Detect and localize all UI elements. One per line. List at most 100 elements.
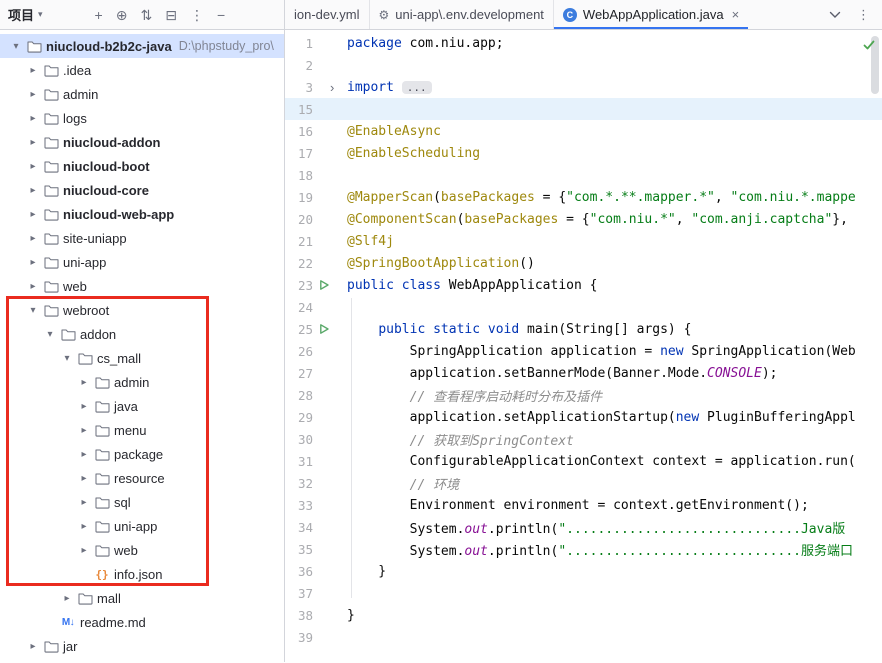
code-text[interactable]: application.setBannerMode(Banner.Mode.CO…	[347, 366, 777, 381]
code-line-19[interactable]: 19@MapperScan(basePackages = {"com.*.**.…	[285, 186, 882, 208]
chevron-collapsed-icon[interactable]: ▸	[25, 89, 41, 100]
chevron-collapsed-icon[interactable]: ▸	[25, 209, 41, 220]
code-text[interactable]: // 查看程序启动耗时分布及插件	[347, 386, 602, 405]
chevron-collapsed-icon[interactable]: ▸	[76, 401, 92, 412]
tree-item-webroot[interactable]: ▾webroot	[0, 298, 284, 322]
tab-webappapplication[interactable]: C WebAppApplication.java ×	[553, 0, 748, 29]
chevron-collapsed-icon[interactable]: ▸	[25, 137, 41, 148]
code-text[interactable]: System.out.println("....................…	[347, 540, 853, 559]
tab-list-chevron-icon[interactable]	[829, 11, 841, 19]
code-line-24[interactable]: 24	[285, 296, 882, 318]
code-text[interactable]: Environment environment = context.getEnv…	[347, 498, 809, 513]
chevron-collapsed-icon[interactable]: ▸	[76, 521, 92, 532]
tree-item-info.json[interactable]: {}info.json	[0, 562, 284, 586]
tree-item-admin[interactable]: ▸admin	[0, 370, 284, 394]
code-line-2[interactable]: 2	[285, 54, 882, 76]
tree-item-uni-app[interactable]: ▸uni-app	[0, 250, 284, 274]
tree-item-cs_mall[interactable]: ▾cs_mall	[0, 346, 284, 370]
code-line-38[interactable]: 38}	[285, 604, 882, 626]
code-text[interactable]: public static void main(String[] args) {	[347, 322, 691, 337]
code-text[interactable]: application.setApplicationStartup(new Pl…	[347, 410, 856, 425]
locate-icon[interactable]: ⊕	[116, 8, 128, 22]
tree-item-niucloud-b2b2c-java[interactable]: ▾niucloud-b2b2c-javaD:\phpstudy_pro\	[0, 34, 284, 58]
tree-item-admin[interactable]: ▸admin	[0, 82, 284, 106]
code-text[interactable]: import ...	[347, 80, 432, 95]
code-line-3[interactable]: 3›import ...	[285, 76, 882, 98]
tree-item-niucloud-addon[interactable]: ▸niucloud-addon	[0, 130, 284, 154]
more-options-icon[interactable]: ⋮	[190, 8, 204, 22]
code-line-17[interactable]: 17@EnableScheduling	[285, 142, 882, 164]
project-panel-title[interactable]: 项目	[8, 5, 34, 24]
code-line-39[interactable]: 39	[285, 626, 882, 648]
chevron-expanded-icon[interactable]: ▾	[42, 329, 58, 340]
code-text[interactable]: SpringApplication application = new Spri…	[347, 344, 856, 359]
chevron-collapsed-icon[interactable]: ▸	[25, 641, 41, 652]
tree-item-jar[interactable]: ▸jar	[0, 634, 284, 658]
code-line-25[interactable]: 25 public static void main(String[] args…	[285, 318, 882, 340]
run-button[interactable]	[313, 323, 347, 335]
chevron-collapsed-icon[interactable]: ▸	[76, 449, 92, 460]
chevron-collapsed-icon[interactable]: ▸	[25, 65, 41, 76]
code-line-34[interactable]: 34 System.out.println(".................…	[285, 516, 882, 538]
tree-item-menu[interactable]: ▸menu	[0, 418, 284, 442]
code-editor[interactable]: 1package com.niu.app;23›import ...1516@E…	[285, 30, 882, 662]
code-line-32[interactable]: 32 // 环境	[285, 472, 882, 494]
code-text[interactable]: }	[347, 564, 386, 579]
chevron-collapsed-icon[interactable]: ▸	[25, 113, 41, 124]
tree-item-site-uniapp[interactable]: ▸site-uniapp	[0, 226, 284, 250]
chevron-expanded-icon[interactable]: ▾	[25, 305, 41, 316]
code-line-29[interactable]: 29 application.setApplicationStartup(new…	[285, 406, 882, 428]
code-text[interactable]: @EnableScheduling	[347, 146, 480, 161]
chevron-collapsed-icon[interactable]: ▸	[59, 593, 75, 604]
code-line-26[interactable]: 26 SpringApplication application = new S…	[285, 340, 882, 362]
tree-item-web[interactable]: ▸web	[0, 538, 284, 562]
add-icon[interactable]: +	[95, 8, 103, 22]
tree-item-.idea[interactable]: ▸.idea	[0, 58, 284, 82]
code-text[interactable]: // 获取到SpringContext	[347, 430, 574, 449]
code-line-18[interactable]: 18	[285, 164, 882, 186]
run-button[interactable]	[313, 279, 347, 291]
code-text[interactable]: ConfigurableApplicationContext context =…	[347, 454, 856, 469]
tree-item-niucloud-web-app[interactable]: ▸niucloud-web-app	[0, 202, 284, 226]
code-line-36[interactable]: 36 }	[285, 560, 882, 582]
tree-item-logs[interactable]: ▸logs	[0, 106, 284, 130]
chevron-collapsed-icon[interactable]: ▸	[25, 185, 41, 196]
code-text[interactable]: package com.niu.app;	[347, 36, 504, 51]
kebab-menu-icon[interactable]: ⋮	[857, 8, 870, 21]
code-text[interactable]: @SpringBootApplication()	[347, 256, 535, 271]
tab-yml-file[interactable]: ion-dev.yml	[285, 0, 369, 29]
tree-item-uni-app[interactable]: ▸uni-app	[0, 514, 284, 538]
tree-item-readme.md[interactable]: M↓readme.md	[0, 610, 284, 634]
inspections-ok-icon[interactable]	[862, 38, 876, 57]
code-line-37[interactable]: 37	[285, 582, 882, 604]
expand-collapse-icon[interactable]: ⇅	[140, 8, 152, 22]
tree-item-mall[interactable]: ▸mall	[0, 586, 284, 610]
chevron-collapsed-icon[interactable]: ▸	[76, 377, 92, 388]
code-line-20[interactable]: 20@ComponentScan(basePackages = {"com.ni…	[285, 208, 882, 230]
code-line-16[interactable]: 16@EnableAsync	[285, 120, 882, 142]
chevron-collapsed-icon[interactable]: ▸	[76, 473, 92, 484]
chevron-collapsed-icon[interactable]: ▸	[25, 281, 41, 292]
code-text[interactable]: @Slf4j	[347, 234, 394, 249]
chevron-collapsed-icon[interactable]: ▸	[25, 161, 41, 172]
tree-item-package[interactable]: ▸package	[0, 442, 284, 466]
code-line-27[interactable]: 27 application.setBannerMode(Banner.Mode…	[285, 362, 882, 384]
collapse-all-icon[interactable]: ⊟	[165, 8, 177, 22]
chevron-expanded-icon[interactable]: ▾	[8, 41, 24, 52]
chevron-collapsed-icon[interactable]: ▸	[76, 545, 92, 556]
tree-item-web[interactable]: ▸web	[0, 274, 284, 298]
chevron-collapsed-icon[interactable]: ▸	[25, 233, 41, 244]
code-text[interactable]: @ComponentScan(basePackages = {"com.niu.…	[347, 212, 848, 227]
code-line-15[interactable]: 15	[285, 98, 882, 120]
code-line-22[interactable]: 22@SpringBootApplication()	[285, 252, 882, 274]
code-line-23[interactable]: 23public class WebAppApplication {	[285, 274, 882, 296]
code-line-33[interactable]: 33 Environment environment = context.get…	[285, 494, 882, 516]
code-line-31[interactable]: 31 ConfigurableApplicationContext contex…	[285, 450, 882, 472]
chevron-collapsed-icon[interactable]: ▸	[76, 497, 92, 508]
code-line-30[interactable]: 30 // 获取到SpringContext	[285, 428, 882, 450]
chevron-collapsed-icon[interactable]: ▸	[76, 425, 92, 436]
tree-item-sql[interactable]: ▸sql	[0, 490, 284, 514]
tree-item-niucloud-boot[interactable]: ▸niucloud-boot	[0, 154, 284, 178]
fold-collapsed-icon[interactable]: ›	[313, 80, 347, 95]
tree-item-addon[interactable]: ▾addon	[0, 322, 284, 346]
